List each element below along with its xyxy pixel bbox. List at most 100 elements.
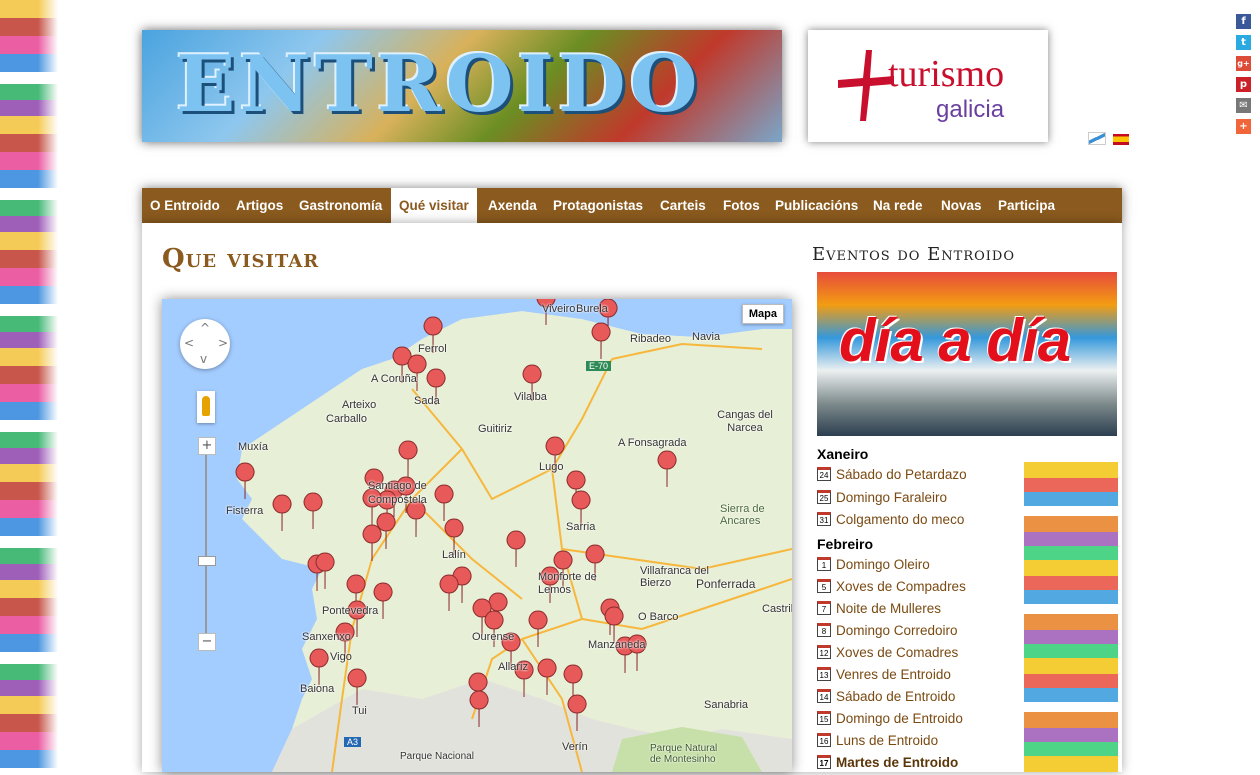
event-link[interactable]: 15 Domingo de Entroido bbox=[817, 711, 963, 731]
nav-item-artigos[interactable]: Artigos bbox=[228, 188, 291, 223]
google-map[interactable]: Viveiro Burela Ribadeo Navia Ferrol A Co… bbox=[162, 299, 792, 772]
nav-item-axenda[interactable]: Axenda bbox=[480, 188, 545, 223]
map-label: Carballo bbox=[326, 413, 367, 425]
map-label: Muxía bbox=[238, 441, 268, 453]
event-link[interactable]: 1 Domingo Oleiro bbox=[817, 557, 930, 577]
nav-item-fotos[interactable]: Fotos bbox=[715, 188, 768, 223]
month-heading: Febreiro bbox=[817, 536, 874, 552]
pinterest-icon[interactable]: p bbox=[1236, 77, 1251, 92]
map-label: O Barco bbox=[638, 611, 679, 623]
main-navigation: O Entroido Artigos Gastronomía Qué visit… bbox=[142, 188, 1122, 223]
nav-item-que-visitar[interactable]: Qué visitar bbox=[391, 188, 477, 223]
map-label: Parque Natural de Montesinho bbox=[650, 743, 718, 765]
calendar-icon: 24 bbox=[817, 467, 831, 481]
map-label: Monforte de Lemos bbox=[538, 571, 597, 596]
sidebar-title: Eventos do Entroido bbox=[812, 244, 1015, 265]
nav-item-participa[interactable]: Participa bbox=[990, 188, 1063, 223]
event-link[interactable]: 8 Domingo Corredoiro bbox=[817, 623, 958, 643]
turismo-text: turismo bbox=[888, 53, 1005, 95]
zoom-slider-knob[interactable] bbox=[198, 556, 216, 566]
map-label: Lugo bbox=[539, 461, 564, 473]
facebook-icon[interactable]: f bbox=[1236, 14, 1251, 29]
dia-a-dia-text: día a día bbox=[839, 307, 1071, 374]
banner-logo-text: ENTROIDO bbox=[176, 39, 702, 130]
zoom-in-button[interactable]: + bbox=[198, 437, 216, 455]
twitter-icon[interactable]: t bbox=[1236, 35, 1251, 50]
map-label: Ourense bbox=[472, 631, 515, 643]
map-label: Sierra de Ancares bbox=[720, 503, 765, 527]
event-link[interactable]: 17 Martes de Entroido bbox=[817, 755, 958, 775]
map-label: Santiago de Compostela bbox=[368, 480, 427, 506]
event-label: Noite de Mulleres bbox=[836, 601, 942, 616]
dia-a-dia-banner[interactable]: día a día bbox=[817, 272, 1117, 436]
event-label: Luns de Entroido bbox=[836, 733, 939, 748]
calendar-icon: 17 bbox=[817, 755, 831, 769]
entroido-banner[interactable]: ENTROIDO bbox=[142, 30, 782, 142]
pan-control-icon[interactable]: ^ v < > bbox=[180, 319, 230, 369]
event-link[interactable]: 31 Colgamento do meco bbox=[817, 512, 964, 532]
calendar-icon: 13 bbox=[817, 667, 831, 681]
event-link[interactable]: 12 Xoves de Comadres bbox=[817, 645, 958, 665]
calendar-icon: 7 bbox=[817, 601, 831, 615]
event-link[interactable]: 13 Venres de Entroido bbox=[817, 667, 951, 687]
map-label: Fisterra bbox=[226, 505, 264, 517]
left-decorative-border bbox=[0, 0, 58, 772]
email-icon[interactable]: ✉ bbox=[1236, 98, 1251, 113]
map-label: Guitiriz bbox=[478, 423, 513, 435]
spanish-flag-icon[interactable] bbox=[1113, 134, 1130, 145]
nav-item-gastronomia[interactable]: Gastronomía bbox=[291, 188, 390, 223]
map-label: Verín bbox=[562, 741, 588, 753]
zoom-slider-track[interactable] bbox=[205, 451, 207, 641]
more-icon[interactable]: + bbox=[1236, 119, 1251, 134]
event-label: Sábado do Petardazo bbox=[836, 467, 967, 482]
event-label: Martes de Entroido bbox=[836, 755, 959, 770]
event-label: Xoves de Compadres bbox=[836, 579, 966, 594]
event-link[interactable]: 14 Sábado de Entroido bbox=[817, 689, 955, 709]
map-label: A Coruña bbox=[371, 373, 417, 385]
event-label: Colgamento do meco bbox=[836, 512, 965, 527]
language-flags bbox=[1088, 130, 1131, 149]
calendar-icon: 5 bbox=[817, 579, 831, 593]
share-bar: f t g+ p ✉ + bbox=[1236, 14, 1252, 140]
map-label: Pontevedra bbox=[322, 605, 379, 617]
calendar-icon: 12 bbox=[817, 645, 831, 659]
nav-item-publicacions[interactable]: Publicacións bbox=[767, 188, 866, 223]
event-label: Domingo Corredoiro bbox=[836, 623, 958, 638]
nav-item-novas[interactable]: Novas bbox=[933, 188, 990, 223]
map-label: Manzaneda bbox=[588, 639, 646, 651]
nav-item-o-entroido[interactable]: O Entroido bbox=[142, 188, 228, 223]
zoom-out-button[interactable]: − bbox=[198, 633, 216, 651]
road-shield: A3 bbox=[344, 737, 362, 747]
event-label: Sábado de Entroido bbox=[836, 689, 956, 704]
turismo-cross-icon bbox=[838, 50, 894, 121]
event-link[interactable]: 24 Sábado do Petardazo bbox=[817, 467, 967, 487]
map-label: Cangas del Narcea bbox=[717, 409, 773, 434]
map-label: Lalín bbox=[442, 549, 466, 561]
google-plus-icon[interactable]: g+ bbox=[1236, 56, 1251, 71]
map-label: Sada bbox=[414, 395, 440, 407]
nav-item-protagonistas[interactable]: Protagonistas bbox=[545, 188, 651, 223]
nav-item-carteis[interactable]: Carteis bbox=[652, 188, 714, 223]
calendar-icon: 31 bbox=[817, 512, 831, 526]
map-label: Arteixo bbox=[342, 399, 377, 411]
map-terrain bbox=[162, 299, 792, 772]
map-label: Vilalba bbox=[514, 391, 547, 403]
event-label: Xoves de Comadres bbox=[836, 645, 959, 660]
calendar-icon: 25 bbox=[817, 490, 831, 504]
event-link[interactable]: 5 Xoves de Compadres bbox=[817, 579, 966, 599]
calendar-icon: 14 bbox=[817, 689, 831, 703]
galician-flag-icon[interactable] bbox=[1088, 132, 1106, 145]
turismo-galicia-logo[interactable]: turismo galicia bbox=[808, 30, 1048, 142]
event-label: Domingo Oleiro bbox=[836, 557, 930, 572]
pegman-icon[interactable] bbox=[197, 391, 215, 423]
calendar-icon: 1 bbox=[817, 557, 831, 571]
map-type-button[interactable]: Mapa bbox=[741, 304, 784, 324]
nav-item-na-rede[interactable]: Na rede bbox=[865, 188, 931, 223]
map-label: Burela bbox=[576, 303, 608, 315]
map-label: Sarria bbox=[566, 521, 596, 533]
calendar-icon: 8 bbox=[817, 623, 831, 637]
event-link[interactable]: 25 Domingo Faraleiro bbox=[817, 490, 947, 510]
event-label: Domingo Faraleiro bbox=[836, 490, 948, 505]
event-link[interactable]: 16 Luns de Entroido bbox=[817, 733, 938, 753]
event-link[interactable]: 7 Noite de Mulleres bbox=[817, 601, 941, 621]
